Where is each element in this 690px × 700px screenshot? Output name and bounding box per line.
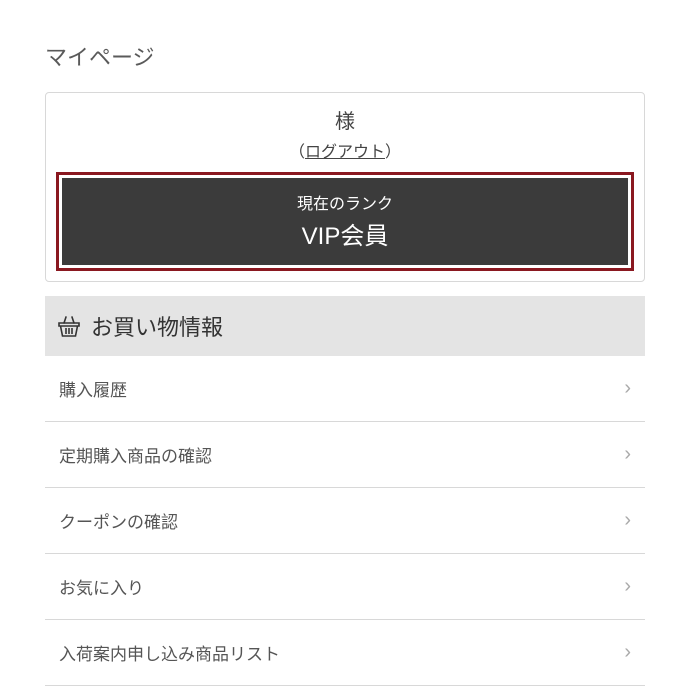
logout-paren-close: ） xyxy=(385,144,401,161)
logout-paren-open: （ xyxy=(289,144,305,161)
page-title: マイページ xyxy=(45,40,645,72)
menu-item-coupon-check[interactable]: クーポンの確認 › xyxy=(45,488,645,554)
user-card: 様 （ログアウト） 現在のランク VIP会員 xyxy=(45,92,645,282)
shopping-info-title: お買い物情報 xyxy=(91,310,223,342)
menu-item-label: 入荷案内申し込み商品リスト xyxy=(59,640,280,665)
menu-item-label: クーポンの確認 xyxy=(59,508,178,533)
menu-item-stock-notice-list[interactable]: 入荷案内申し込み商品リスト › xyxy=(45,620,645,686)
rank-label: 現在のランク xyxy=(62,190,628,214)
chevron-right-icon: › xyxy=(624,509,631,532)
chevron-right-icon: › xyxy=(624,575,631,598)
user-name-suffix: 様 xyxy=(56,105,634,134)
menu-list: 購入履歴 › 定期購入商品の確認 › クーポンの確認 › お気に入り › 入荷案… xyxy=(45,356,645,686)
chevron-right-icon: › xyxy=(624,377,631,400)
chevron-right-icon: › xyxy=(624,641,631,664)
menu-item-label: お気に入り xyxy=(59,574,144,599)
menu-item-purchase-history[interactable]: 購入履歴 › xyxy=(45,356,645,422)
logout-link[interactable]: ログアウト xyxy=(305,144,385,161)
rank-box-highlight: 現在のランク VIP会員 xyxy=(56,172,634,271)
chevron-right-icon: › xyxy=(624,443,631,466)
rank-box: 現在のランク VIP会員 xyxy=(62,178,628,265)
shopping-info-header: お買い物情報 xyxy=(45,296,645,356)
rank-value: VIP会員 xyxy=(62,216,628,251)
menu-item-favorites[interactable]: お気に入り › xyxy=(45,554,645,620)
menu-item-label: 定期購入商品の確認 xyxy=(59,442,212,467)
basket-icon xyxy=(57,315,81,337)
menu-item-subscription-check[interactable]: 定期購入商品の確認 › xyxy=(45,422,645,488)
menu-item-label: 購入履歴 xyxy=(59,376,127,401)
logout-line: （ログアウト） xyxy=(56,138,634,162)
